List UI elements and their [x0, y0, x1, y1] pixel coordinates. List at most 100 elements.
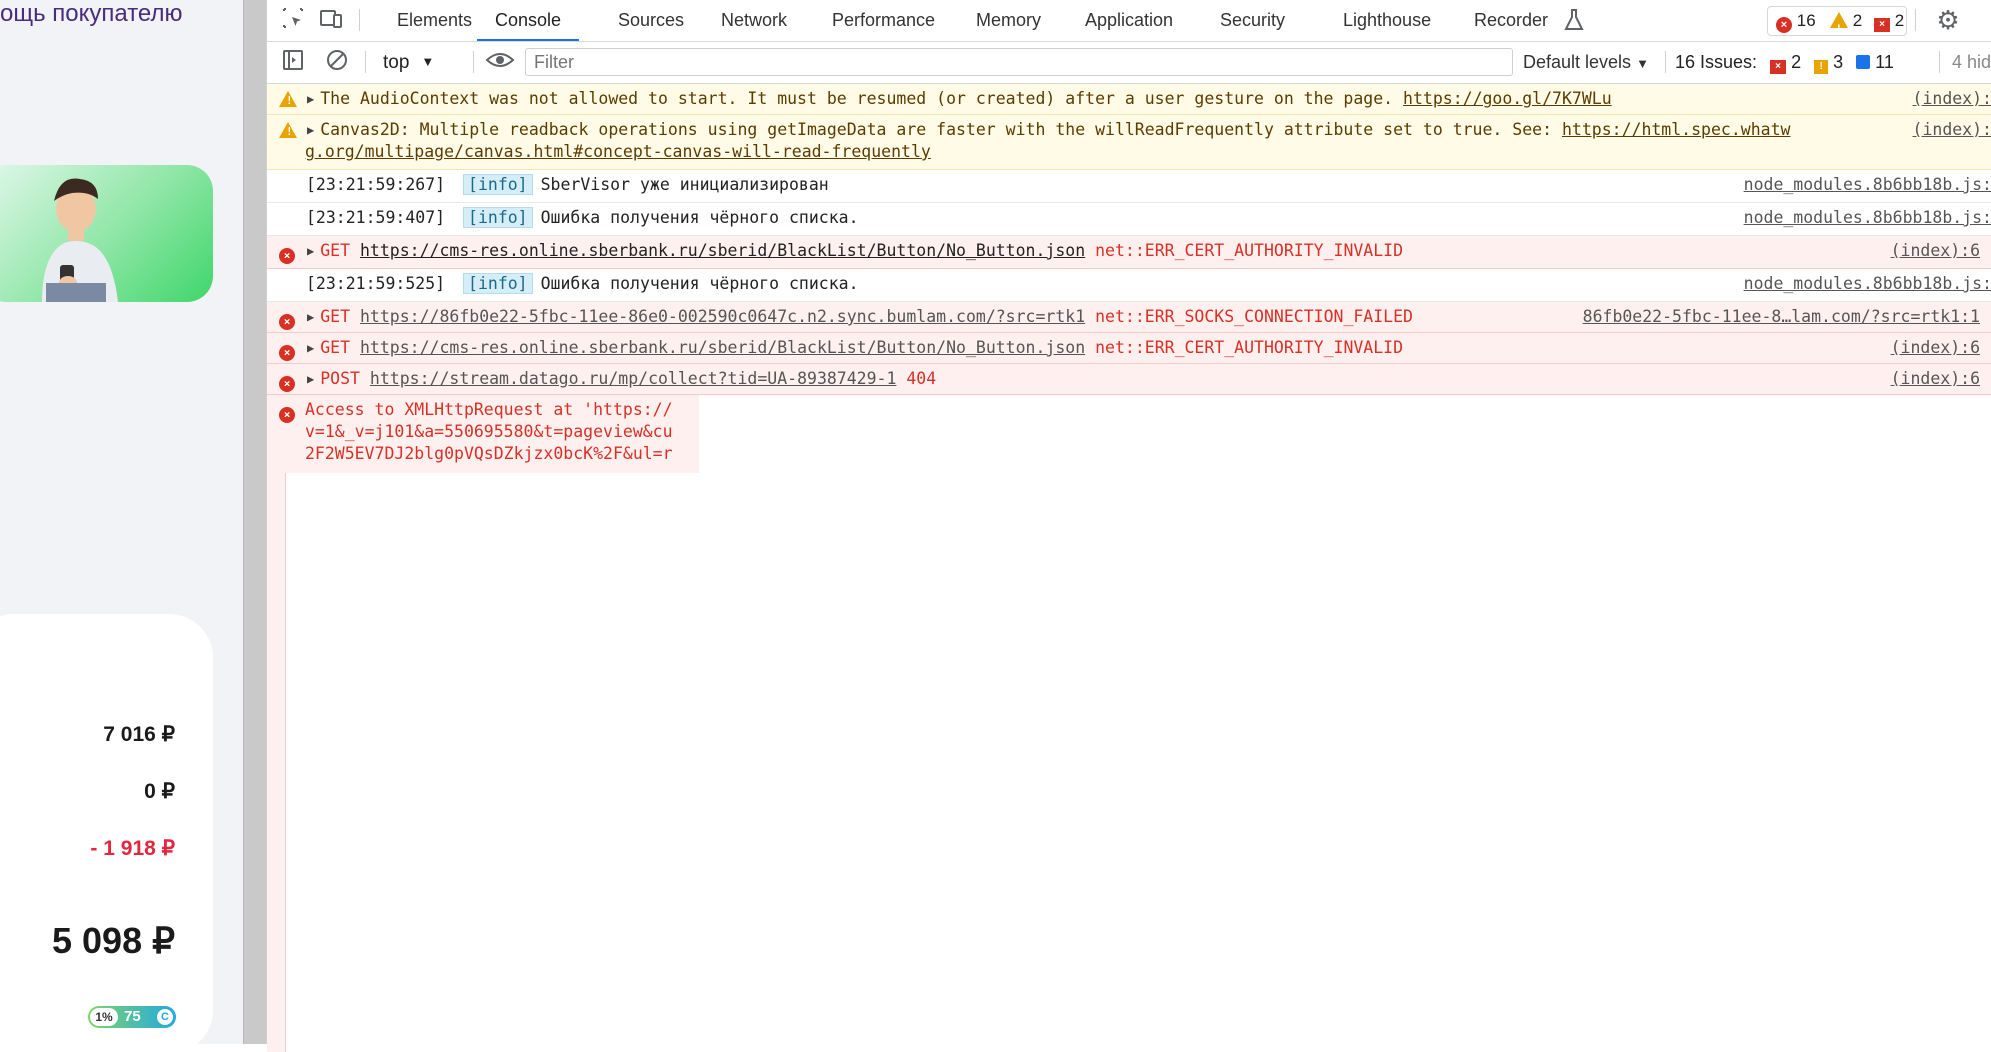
- message-text-line: 2F2W5EV7DJ2blg0pVQsDZkjzx0bcK%2F&ul=r: [305, 444, 673, 463]
- message-source[interactable]: node_modules.8b6bb18b.js:: [1735, 274, 1991, 293]
- price-final: 5 098 ₽: [52, 920, 175, 961]
- eye-icon[interactable]: [483, 48, 517, 76]
- page-scrollbar[interactable]: [243, 0, 266, 1044]
- expand-triangle-icon[interactable]: ▶: [307, 310, 314, 324]
- message-counts[interactable]: × 16 ! 2 × 2: [1767, 6, 1907, 36]
- tab-elements[interactable]: Elements: [397, 0, 472, 41]
- chevron-down-icon: ▼: [421, 54, 435, 69]
- log-levels-label: Default levels: [1523, 52, 1632, 72]
- issue-icon: ×: [1874, 18, 1890, 32]
- tab-recorder[interactable]: Recorder: [1474, 0, 1548, 41]
- message-source[interactable]: (index):6: [1882, 369, 1980, 388]
- console-toolbar: top ▼ Default levels ▼ 16 Issues: × 2 ! 3…: [267, 42, 1991, 84]
- info-badge: [info]: [463, 273, 533, 294]
- info-badge: [info]: [463, 207, 533, 228]
- expand-triangle-icon[interactable]: ▶: [307, 123, 314, 137]
- hidden-count: 4 hid: [1952, 52, 1991, 72]
- message-link[interactable]: https://cms-res.online.sberbank.ru/sberi…: [360, 241, 1085, 260]
- expand-triangle-icon[interactable]: ▶: [307, 92, 314, 106]
- message-source[interactable]: (index):6: [1882, 338, 1980, 357]
- price-delivery: 0 ₽: [144, 780, 175, 803]
- coin-icon: C: [157, 1009, 173, 1025]
- message-timestamp: [23:21:59:525]: [306, 274, 446, 293]
- console-message-info[interactable]: [23:21:59:407] [info] Ошибка получения чё…: [267, 203, 1991, 236]
- error-icon: ×: [279, 339, 295, 361]
- message-link[interactable]: https://86fb0e22-5fbc-11ee-86e0-002590c0…: [360, 307, 1085, 326]
- sidebar-icon[interactable]: [279, 48, 307, 76]
- message-link[interactable]: https://html.spec.whatw: [1562, 120, 1790, 139]
- bonus-amount: 75: [124, 1008, 141, 1025]
- issue-info-icon: [1856, 55, 1871, 69]
- warning-icon: !: [1830, 12, 1848, 35]
- tab-memory[interactable]: Memory: [976, 0, 1041, 41]
- message-text: SberVisor уже инициализирован: [540, 175, 829, 194]
- issue-count: 2: [1894, 11, 1905, 30]
- message-source[interactable]: node_modules.8b6bb18b.js:: [1735, 208, 1991, 227]
- expand-triangle-icon[interactable]: ▶: [307, 341, 314, 355]
- console-message-error[interactable]: × ▶ GET https://cms-res.online.sberbank.r…: [267, 236, 1991, 269]
- clear-icon[interactable]: [323, 48, 351, 76]
- message-link[interactable]: https://cms-res.online.sberbank.ru/sberi…: [360, 338, 1085, 357]
- device-toggle-icon[interactable]: [317, 6, 345, 34]
- console-messages: ! ▶ The AudioContext was not allowed to s…: [267, 84, 1991, 1052]
- devtools-tabbar: Elements Console Sources Network Perform…: [267, 0, 1991, 42]
- warning-icon: !: [279, 121, 297, 140]
- message-text: Ошибка получения чёрного списка.: [540, 274, 859, 293]
- console-message-warning[interactable]: ! ▶ The AudioContext was not allowed to s…: [267, 84, 1991, 115]
- message-link[interactable]: https://stream.datago.ru/mp/collect?tid=…: [370, 369, 897, 388]
- chevron-down-icon: ▼: [1636, 56, 1649, 71]
- message-source[interactable]: (index):: [1904, 120, 1991, 139]
- console-message-error[interactable]: × ▶ GET https://cms-res.online.sberbank.r…: [267, 333, 1991, 364]
- error-icon: ×: [279, 401, 295, 423]
- expand-triangle-icon[interactable]: ▶: [307, 244, 314, 258]
- promo-banner[interactable]: [0, 165, 213, 302]
- tab-sources[interactable]: Sources: [618, 0, 684, 41]
- message-timestamp: [23:21:59:267]: [306, 175, 446, 194]
- issues-blue-count: 11: [1875, 52, 1894, 72]
- message-source[interactable]: 86fb0e22-5fbc-11ee-8…lam.com/?src=rtk1:1: [1574, 307, 1980, 326]
- issues-label: 16 Issues:: [1675, 52, 1758, 72]
- message-source[interactable]: (index):6: [1882, 241, 1980, 260]
- tab-security[interactable]: Security: [1220, 0, 1285, 41]
- tab-application[interactable]: Application: [1085, 0, 1173, 41]
- tab-network[interactable]: Network: [721, 0, 787, 41]
- tab-console[interactable]: Console: [477, 0, 580, 41]
- message-source[interactable]: (index):: [1904, 89, 1991, 108]
- message-text-line: Access to XMLHttpRequest at 'https://: [305, 400, 673, 419]
- context-selector[interactable]: top ▼: [383, 48, 434, 76]
- error-icon: ×: [279, 242, 295, 264]
- issues-orange-count: 3: [1833, 52, 1844, 72]
- console-message-info[interactable]: [23:21:59:525] [info] Ошибка получения чё…: [267, 269, 1991, 302]
- message-link[interactable]: https://goo.gl/7K7WLu: [1403, 89, 1612, 108]
- shop-page: ощь покупателю 7 016 ₽ 0 ₽ - 1 918 ₽ 5 0…: [0, 0, 243, 1044]
- console-gutter: [267, 472, 286, 1052]
- tab-lighthouse[interactable]: Lighthouse: [1343, 0, 1431, 41]
- http-method: GET: [320, 241, 351, 260]
- devtools-panel: Elements Console Sources Network Perform…: [266, 0, 1991, 1052]
- console-message-error[interactable]: × ▶ POST https://stream.datago.ru/mp/coll…: [267, 364, 1991, 395]
- message-text: net::ERR_CERT_AUTHORITY_INVALID: [1095, 241, 1404, 260]
- http-method: POST: [320, 369, 360, 388]
- person-illustration: [42, 178, 118, 302]
- error-icon: ×: [1776, 17, 1792, 33]
- console-message-error[interactable]: × ▶ GET https://86fb0e22-5fbc-11ee-86e0-0…: [267, 302, 1991, 333]
- log-levels-dropdown[interactable]: Default levels ▼: [1523, 48, 1649, 76]
- warning-icon: !: [279, 90, 297, 109]
- issues-button[interactable]: 16 Issues: × 2 ! 3 11: [1675, 48, 1894, 76]
- gear-icon[interactable]: ⚙: [1933, 5, 1963, 35]
- http-method: GET: [320, 338, 351, 357]
- message-timestamp: [23:21:59:407]: [306, 208, 446, 227]
- console-message-error[interactable]: × Access to XMLHttpRequest at 'https:// …: [267, 395, 699, 473]
- tab-performance[interactable]: Performance: [832, 0, 935, 41]
- issue-error-icon: ×: [1770, 60, 1787, 74]
- inspect-icon[interactable]: [279, 6, 307, 34]
- message-text-line: v=1&_v=j101&a=550695580&t=pageview&cu: [305, 422, 673, 441]
- message-source[interactable]: node_modules.8b6bb18b.js:: [1735, 175, 1991, 194]
- filter-input[interactable]: [525, 48, 1513, 76]
- console-message-warning[interactable]: ! ▶ Canvas2D: Multiple readback operation…: [267, 115, 1991, 170]
- bonus-percent: 1%: [90, 1008, 118, 1026]
- console-message-info[interactable]: [23:21:59:267] [info] SberVisor уже иници…: [267, 170, 1991, 203]
- message-link-continued[interactable]: g.org/multipage/canvas.html#concept-canv…: [305, 142, 931, 161]
- expand-triangle-icon[interactable]: ▶: [307, 372, 314, 386]
- message-text: Ошибка получения чёрного списка.: [540, 208, 859, 227]
